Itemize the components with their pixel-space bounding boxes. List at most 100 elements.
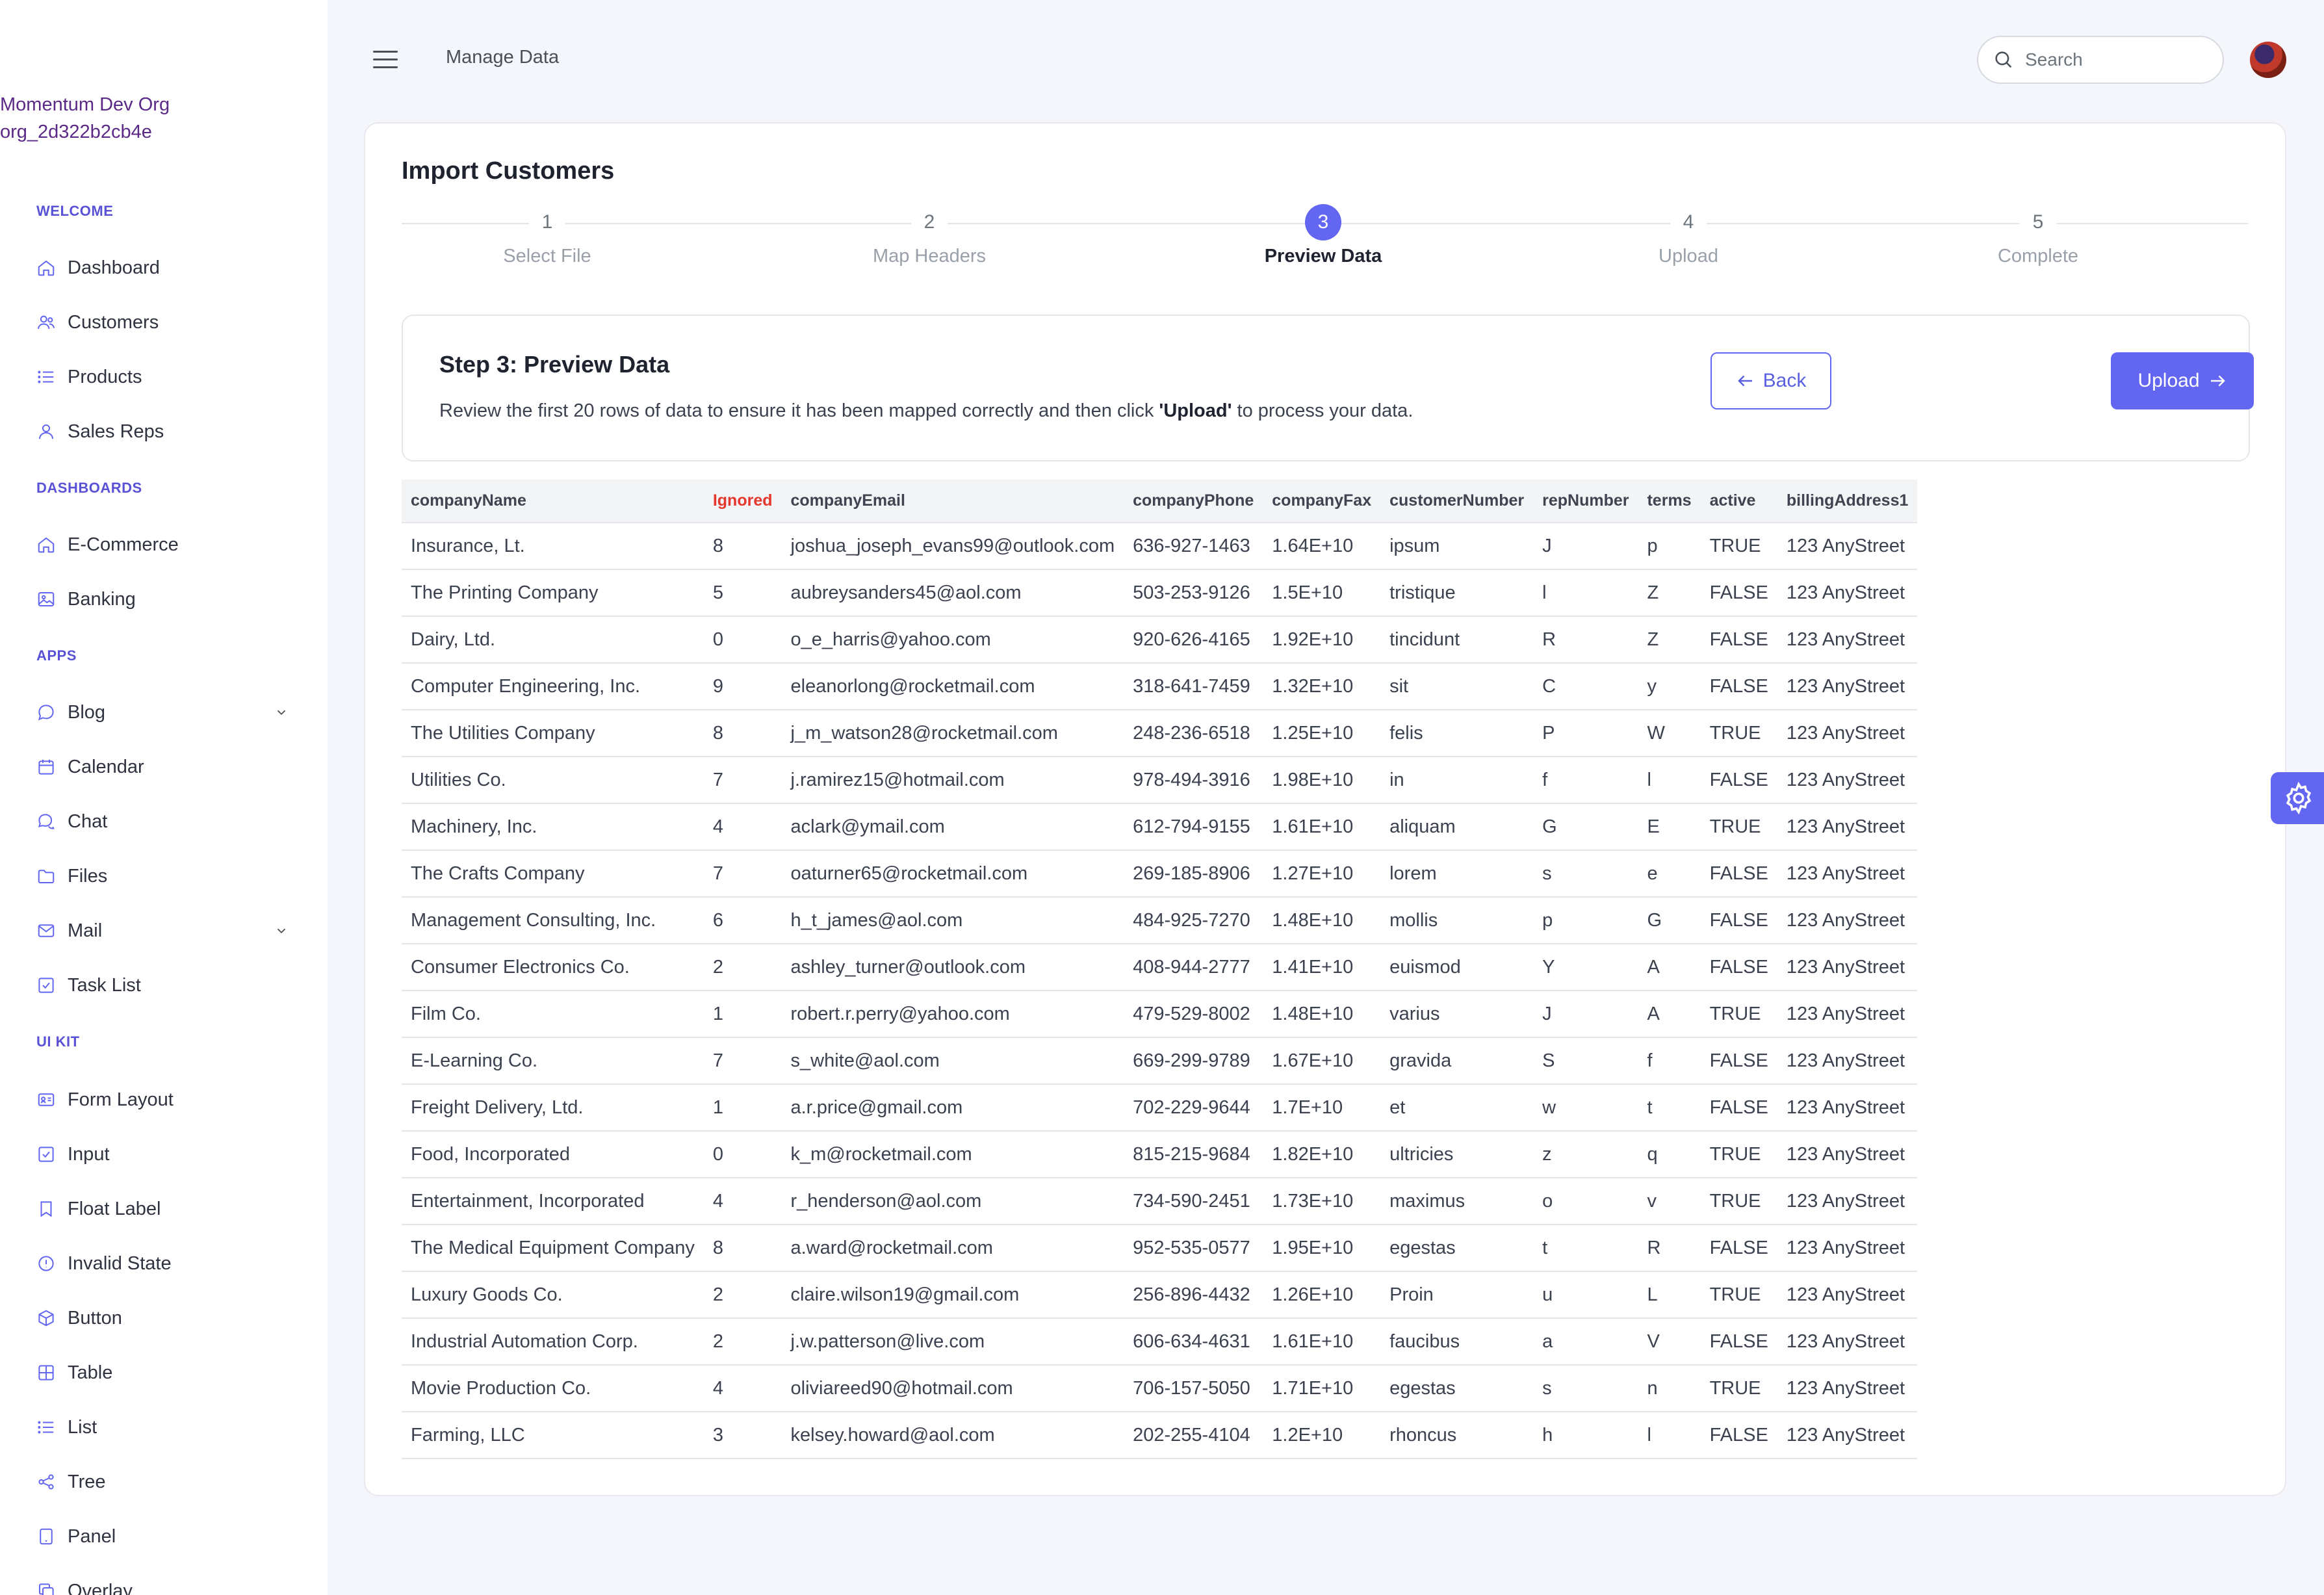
table-cell: 5: [703, 569, 782, 617]
sidebar-item-label: Panel: [68, 1525, 116, 1547]
sidebar-item-label: Dashboard: [68, 257, 160, 278]
sidebar-item-label: Files: [68, 865, 108, 887]
table-cell: e: [1638, 850, 1701, 898]
sidebar-item-mail[interactable]: Mail: [36, 916, 296, 945]
sidebar-item-input[interactable]: Input: [36, 1140, 296, 1169]
sidebar-item-table[interactable]: Table: [36, 1358, 296, 1387]
step-number: 4: [1670, 204, 1707, 240]
table-cell: p: [1638, 523, 1701, 570]
table-row: E-Learning Co. 7 s_white@aol.com 669-299-97…: [402, 1037, 1918, 1085]
sidebar-item-banking[interactable]: Banking: [36, 585, 296, 614]
sidebar-item-task-list[interactable]: Task List: [36, 971, 296, 1000]
settings-button[interactable]: [2271, 772, 2324, 824]
search-icon: [1995, 51, 2012, 68]
preview-table: companyName Ignored companyEmail companyPho…: [402, 480, 1918, 1459]
sidebar-item-label: List: [68, 1416, 97, 1438]
table-cell: FALSE: [1700, 850, 1777, 898]
sidebar-item-list[interactable]: List: [36, 1413, 296, 1442]
step-map-headers[interactable]: 2 Map Headers: [832, 204, 1027, 267]
table-cell: 4: [703, 1178, 782, 1225]
sidebar-item-float-label[interactable]: Float Label: [36, 1195, 296, 1223]
sidebar-item-form-layout[interactable]: Form Layout: [36, 1085, 296, 1114]
search-input[interactable]: [2025, 49, 2207, 70]
step-select-file[interactable]: 1 Select File: [450, 204, 645, 267]
table-cell: 9: [703, 663, 782, 710]
image-icon: [38, 592, 55, 606]
table-cell: 1.7E+10: [1263, 1084, 1381, 1132]
table-cell: 123 AnyStreet: [1777, 1412, 1918, 1459]
table-cell: 1.48E+10: [1263, 991, 1381, 1038]
table-cell: Luxury Goods Co.: [402, 1271, 704, 1319]
table-cell: FALSE: [1700, 897, 1777, 944]
sidebar-item-customers[interactable]: Customers: [36, 308, 296, 337]
sidebar-item-e-commerce[interactable]: E-Commerce: [36, 530, 296, 559]
table-row: Film Co. 1 robert.r.perry@yahoo.com 479-529…: [402, 991, 1918, 1038]
mail-icon: [38, 924, 55, 937]
folder-icon: [38, 870, 55, 883]
step-upload[interactable]: 4 Upload: [1591, 204, 1786, 267]
table-cell: gravida: [1380, 1037, 1534, 1085]
table-cell: tristique: [1380, 569, 1534, 617]
table-cell: tincidunt: [1380, 616, 1534, 664]
check-square-icon: [38, 978, 54, 993]
table-cell: a.ward@rocketmail.com: [781, 1225, 1124, 1272]
table-cell: 123 AnyStreet: [1777, 803, 1918, 851]
table-cell: 1: [703, 1084, 782, 1132]
table-cell: h_t_james@aol.com: [781, 897, 1124, 944]
table-cell: varius: [1380, 991, 1534, 1038]
table-cell: 952-535-0577: [1124, 1225, 1263, 1272]
table-cell: eleanorlong@rocketmail.com: [781, 663, 1124, 710]
table-row: The Printing Company 5 aubreysanders45@aol…: [402, 569, 1918, 617]
table-cell: 248-236-6518: [1124, 710, 1263, 757]
avatar[interactable]: [2250, 42, 2286, 78]
sidebar-item-dashboard[interactable]: Dashboard: [36, 253, 296, 282]
step-preview-data[interactable]: 3 Preview Data: [1226, 204, 1421, 267]
column-header: Ignored: [703, 480, 782, 523]
sidebar-item-panel[interactable]: Panel: [36, 1522, 296, 1551]
sidebar-item-chat[interactable]: Chat: [36, 807, 296, 836]
back-button[interactable]: Back: [1711, 352, 1831, 409]
user-icon: [39, 424, 53, 439]
table-cell: l: [1638, 1412, 1701, 1459]
table-row: Insurance, Lt. 8 joshua_joseph_evans99@out…: [402, 523, 1918, 570]
table-cell: robert.r.perry@yahoo.com: [781, 991, 1124, 1038]
arrow-right-icon: [2210, 375, 2225, 387]
sidebar-item-sales-reps[interactable]: Sales Reps: [36, 417, 296, 446]
sidebar-item-overlay[interactable]: Overlay: [36, 1577, 296, 1595]
menu-toggle-button[interactable]: [373, 51, 398, 70]
table-row: Movie Production Co. 4 oliviareed90@hotmai…: [402, 1365, 1918, 1412]
table-cell: f: [1638, 1037, 1701, 1085]
table-cell: A: [1638, 944, 1701, 991]
table-cell: Movie Production Co.: [402, 1365, 704, 1412]
table-cell: 1: [703, 991, 782, 1038]
table-cell: TRUE: [1700, 1271, 1777, 1319]
table-cell: A: [1638, 991, 1701, 1038]
sidebar-item-label: Customers: [68, 311, 159, 333]
table-icon: [38, 1365, 54, 1381]
table-cell: 2: [703, 944, 782, 991]
column-header: billingAddress1: [1777, 480, 1918, 523]
table-cell: 978-494-3916: [1124, 757, 1263, 804]
table-cell: TRUE: [1700, 710, 1777, 757]
upload-button[interactable]: Upload: [2111, 352, 2254, 409]
table-cell: 815-215-9684: [1124, 1131, 1263, 1178]
chevron-down-icon[interactable]: [274, 705, 289, 720]
table-cell: 702-229-9644: [1124, 1084, 1263, 1132]
sidebar-item-blog[interactable]: Blog: [36, 698, 296, 727]
search-box[interactable]: [1977, 36, 2224, 84]
table-cell: Film Co.: [402, 991, 704, 1038]
sidebar-item-calendar[interactable]: Calendar: [36, 753, 296, 781]
sidebar-item-button[interactable]: Button: [36, 1304, 296, 1332]
sidebar-item-label: Banking: [68, 588, 136, 610]
section-title-welcome: WELCOME: [36, 203, 114, 219]
sidebar-item-tree[interactable]: Tree: [36, 1468, 296, 1496]
sidebar-item-products[interactable]: Products: [36, 363, 296, 391]
sidebar-item-files[interactable]: Files: [36, 862, 296, 890]
sidebar-item-invalid-state[interactable]: Invalid State: [36, 1249, 296, 1278]
table-cell: 123 AnyStreet: [1777, 1131, 1918, 1178]
step-complete[interactable]: 5 Complete: [1941, 204, 2136, 267]
chevron-down-icon[interactable]: [274, 924, 289, 938]
table-cell: egestas: [1380, 1365, 1534, 1412]
table-cell: 1.67E+10: [1263, 1037, 1381, 1085]
table-cell: t: [1533, 1225, 1638, 1272]
